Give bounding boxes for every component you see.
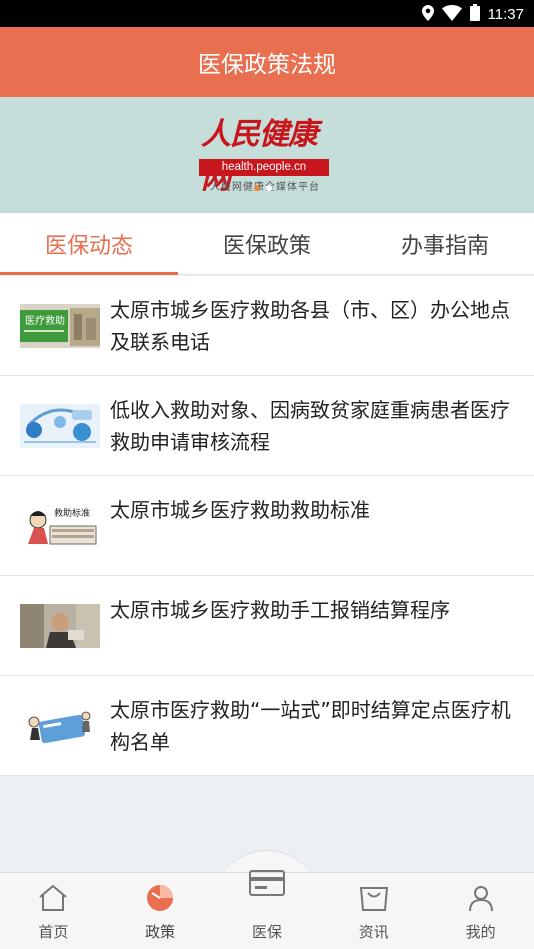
carousel-dot-active xyxy=(254,185,260,191)
location-icon xyxy=(421,4,434,25)
wifi-icon xyxy=(441,4,462,25)
tab-yibao-zhengce[interactable]: 医保政策 xyxy=(178,213,356,274)
nav-news[interactable]: 资讯 xyxy=(320,873,427,949)
tab-banshi-zhinan[interactable]: 办事指南 xyxy=(356,213,534,274)
thumb-text-1: 医疗救助 xyxy=(25,314,65,327)
page-title: 医保政策法规 xyxy=(198,52,336,78)
article-title: 太原市医疗救助“一站式”即时结算定点医疗机构名单 xyxy=(110,698,511,754)
nav-profile[interactable]: 我的 xyxy=(427,873,534,949)
thumb-text-3: 救助标准 xyxy=(54,507,90,519)
article-thumbnail xyxy=(20,704,100,748)
nav-label: 我的 xyxy=(465,923,496,941)
banner-carousel[interactable]: 人民健康网 health.people.cn 人民网健康全媒体平台 xyxy=(0,97,534,213)
article-thumbnail: 救助标准 xyxy=(20,504,100,548)
list-item[interactable]: 太原市医疗救助“一站式”即时结算定点医疗机构名单 xyxy=(0,676,534,776)
people-health-logo: 人民健康网 health.people.cn 人民网健康全媒体平台 xyxy=(195,109,335,196)
article-thumbnail xyxy=(20,404,100,448)
profile-icon xyxy=(467,883,495,913)
list-item[interactable]: 太原市城乡医疗救助手工报销结算程序 xyxy=(0,576,534,676)
nav-label: 政策 xyxy=(145,923,176,941)
article-title: 太原市城乡医疗救助各县（市、区）办公地点及联系电话 xyxy=(110,298,510,354)
nav-label: 医保 xyxy=(251,923,282,941)
article-thumbnail xyxy=(20,604,100,648)
card-icon[interactable] xyxy=(248,868,286,898)
list-item[interactable]: 医疗救助 太原市城乡医疗救助各县（市、区）办公地点及联系电话 xyxy=(0,276,534,376)
list-item[interactable]: 救助标准 太原市城乡医疗救助救助标准 xyxy=(0,476,534,576)
list-item[interactable]: 低收入救助对象、因病致贫家庭重病患者医疗救助申请审核流程 xyxy=(0,376,534,476)
battery-icon xyxy=(469,4,480,25)
logo-subtitle: 人民网健康全媒体平台 xyxy=(210,182,320,193)
nav-label: 资讯 xyxy=(358,923,389,941)
carousel-dot xyxy=(266,185,272,191)
nav-label: 首页 xyxy=(38,923,69,941)
article-thumbnail: 医疗救助 xyxy=(20,304,100,348)
article-title: 太原市城乡医疗救助手工报销结算程序 xyxy=(110,598,450,622)
status-bar: 11:37 xyxy=(0,0,534,27)
logo-url: health.people.cn xyxy=(199,159,329,176)
home-icon xyxy=(37,883,69,913)
article-title: 太原市城乡医疗救助救助标准 xyxy=(110,498,370,522)
category-tabs: 医保动态 医保政策 办事指南 xyxy=(0,213,534,275)
article-list: 医疗救助 太原市城乡医疗救助各县（市、区）办公地点及联系电话 低收入救助对象、因… xyxy=(0,276,534,776)
status-time: 11:37 xyxy=(487,6,524,23)
nav-home[interactable]: 首页 xyxy=(0,873,107,949)
news-icon xyxy=(358,883,390,913)
article-title: 低收入救助对象、因病致贫家庭重病患者医疗救助申请审核流程 xyxy=(110,398,510,454)
nav-policy[interactable]: 政策 xyxy=(107,873,214,949)
tab-yibao-dongtai[interactable]: 医保动态 xyxy=(0,213,178,275)
app-header: 医保政策法规 xyxy=(0,27,534,97)
policy-icon xyxy=(146,883,174,913)
